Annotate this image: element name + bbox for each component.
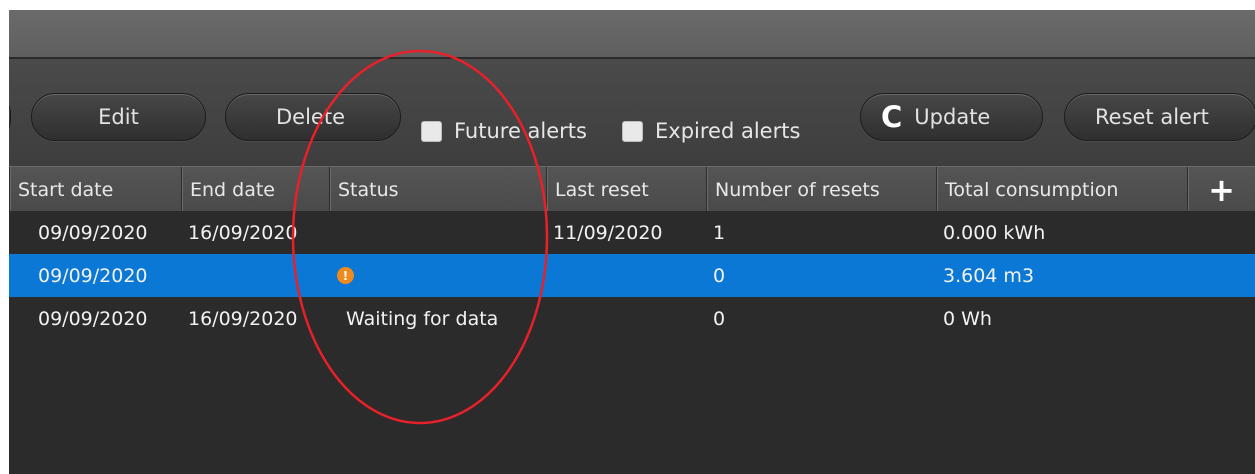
cell-status	[329, 211, 336, 254]
cell-number-of-resets: 1	[713, 221, 726, 244]
cell-last-reset: 11/09/2020	[553, 221, 663, 244]
cell-end-date: 16/09/2020	[188, 221, 298, 244]
table-row[interactable]: 09/09/2020 16/09/2020 Waiting for data 0…	[9, 297, 1255, 340]
table-row-selected[interactable]: 09/09/2020 ! 0 3.604 m3	[9, 254, 1255, 297]
add-column-button[interactable]: +	[1187, 167, 1255, 212]
expired-alerts-checkbox[interactable]: Expired alerts	[622, 119, 800, 143]
cell-total-consumption: 0 Wh	[943, 307, 992, 330]
column-header-number-of-resets[interactable]: Number of resets	[706, 167, 936, 212]
future-alerts-checkbox[interactable]: Future alerts	[421, 119, 587, 143]
column-header-status[interactable]: Status	[329, 167, 546, 212]
column-header-end-date[interactable]: End date	[181, 167, 329, 212]
future-alerts-checkbox-box[interactable]	[421, 120, 442, 142]
edit-button-label: Edit	[98, 105, 139, 129]
cell-start-date: 09/09/2020	[38, 221, 148, 244]
previous-button[interactable]	[9, 93, 11, 141]
column-header-start-date[interactable]: Start date	[9, 167, 181, 212]
alerts-window: Edit Delete Future alerts Expired alerts…	[9, 10, 1255, 474]
cell-status: !	[329, 254, 354, 297]
update-button[interactable]: C Update	[860, 93, 1043, 141]
grid-header: Start date End date Status Last reset Nu…	[9, 166, 1255, 212]
delete-button-label: Delete	[276, 105, 345, 129]
cell-number-of-resets: 0	[713, 307, 726, 330]
cell-number-of-resets: 0	[713, 264, 726, 287]
cell-last-reset	[546, 297, 553, 340]
expired-alerts-checkbox-box[interactable]	[622, 120, 643, 142]
reset-alert-button-label: Reset alert	[1095, 105, 1209, 129]
refresh-icon: C	[881, 99, 903, 134]
update-button-label: Update	[914, 105, 991, 129]
cell-last-reset	[546, 254, 553, 297]
delete-button[interactable]: Delete	[225, 93, 401, 141]
edit-button[interactable]: Edit	[31, 93, 206, 141]
alerts-grid: 09/09/2020 16/09/2020 11/09/2020 1 0.000…	[9, 211, 1255, 474]
reset-alert-button[interactable]: Reset alert	[1064, 93, 1255, 141]
cell-total-consumption: 3.604 m3	[943, 264, 1035, 287]
warning-icon: !	[337, 267, 354, 284]
cell-end-date: 16/09/2020	[188, 307, 298, 330]
title-bar	[9, 10, 1255, 57]
column-header-total-consumption[interactable]: Total consumption	[936, 167, 1187, 212]
future-alerts-label: Future alerts	[454, 119, 587, 143]
cell-total-consumption: 0.000 kWh	[943, 221, 1046, 244]
cell-start-date: 09/09/2020	[38, 307, 148, 330]
table-row[interactable]: 09/09/2020 16/09/2020 11/09/2020 1 0.000…	[9, 211, 1255, 254]
column-header-last-reset[interactable]: Last reset	[546, 167, 706, 212]
cell-end-date	[181, 254, 188, 297]
cell-status: Waiting for data	[346, 307, 499, 330]
toolbar: Edit Delete Future alerts Expired alerts…	[9, 59, 1255, 166]
cell-start-date: 09/09/2020	[38, 264, 148, 287]
expired-alerts-label: Expired alerts	[655, 119, 801, 143]
